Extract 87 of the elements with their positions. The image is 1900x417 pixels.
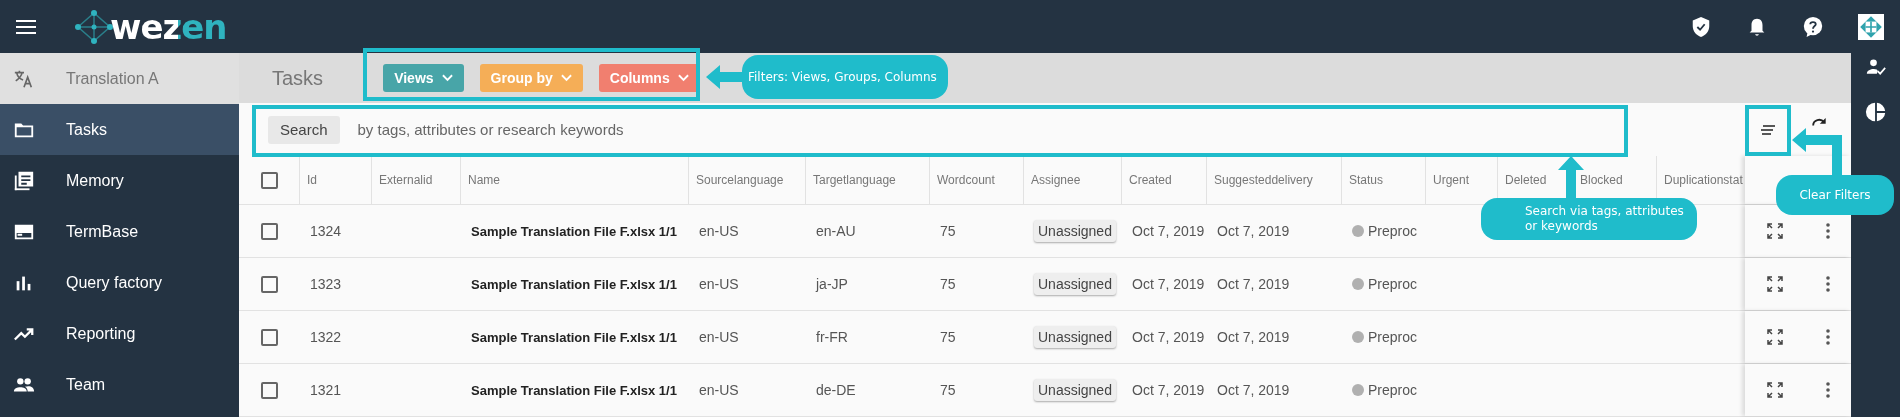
more-vertical-icon[interactable] [1825,276,1830,292]
chevron-down-icon [560,74,572,83]
pie-chart-icon[interactable] [1864,101,1887,123]
table-cell: Oct 7, 2019 [1132,223,1205,239]
expand-icon[interactable] [1766,276,1783,292]
column-header[interactable]: Id [299,156,371,204]
callout-tooltip: Clear Filters [1776,175,1894,215]
sidebar-item[interactable]: TermBase [0,206,239,257]
table-cell: 75 [940,276,956,292]
search-button[interactable]: Search [268,115,340,144]
more-vertical-icon[interactable] [1825,382,1830,398]
table-cell: fr-FR [816,329,848,345]
search-field[interactable]: by tags, attributes or research keywords [355,120,1745,140]
sidebar-item[interactable]: Query factory [0,257,239,308]
row-checkbox[interactable] [260,381,278,399]
status-text: Preproc [1368,276,1418,292]
status-text: Preproc [1368,382,1418,398]
table-cell: Oct 7, 2019 [1217,329,1290,345]
chevron-down-icon [677,74,689,83]
memory-icon [13,169,35,192]
help-icon[interactable] [1802,15,1824,38]
table-cell: 75 [940,382,956,398]
highlight-frame [1745,105,1791,156]
assignee-button[interactable]: Unassigned [1034,326,1116,348]
column-header[interactable]: Wordcount [929,156,1023,204]
sidebar-item[interactable]: Team [0,359,239,410]
assignee-button[interactable]: Unassigned [1034,220,1116,242]
sidebar-item[interactable]: Translation A [0,53,239,104]
shield-check-icon[interactable] [1690,15,1712,38]
sidebar-item[interactable]: Memory [0,155,239,206]
row-checkbox[interactable] [260,275,278,293]
column-header[interactable]: Created [1121,156,1206,204]
table-cell: en-US [699,223,739,239]
table-cell: 75 [940,223,956,239]
column-header[interactable]: Name [460,156,688,204]
select-all-checkbox[interactable] [260,171,278,189]
sidebar-item[interactable]: Tasks [0,104,239,155]
table-cell: Sample Translation File F.xlsx 1/1 [471,276,677,292]
column-header[interactable]: Assignee [1023,156,1121,204]
callout-tooltip: Search via tags, attributes or keywords [1481,198,1697,240]
table-cell: Oct 7, 2019 [1217,223,1290,239]
table-cell: Oct 7, 2019 [1132,382,1205,398]
table-cell: 1323 [310,276,342,292]
table-cell: en-US [699,329,739,345]
status-text: Preproc [1368,223,1418,239]
table-cell: Sample Translation File F.xlsx 1/1 [471,382,677,398]
lines-icon [1760,123,1776,136]
expand-icon[interactable] [1766,382,1783,398]
table-cell: Oct 7, 2019 [1217,382,1290,398]
callout-tooltip: Filters: Views, Groups, Columns [742,55,948,99]
table-cell: 1321 [310,382,342,398]
expand-icon[interactable] [1766,329,1783,345]
more-vertical-icon[interactable] [1825,223,1830,239]
row-checkbox[interactable] [260,328,278,346]
callout-arrow-tooltip [1792,128,1844,176]
table-cell: Sample Translation File F.xlsx 1/1 [471,329,677,345]
table-cell: ja-JP [816,276,848,292]
menu-icon[interactable] [16,19,36,34]
column-header[interactable]: Externalid [371,156,460,204]
table-cell: Oct 7, 2019 [1132,329,1205,345]
chevron-down-icon [441,74,453,83]
app-logo-icon[interactable] [1858,13,1884,40]
table-cell: en-US [699,276,739,292]
table-cell: de-DE [816,382,856,398]
filter-dropdown-button[interactable]: Views [383,64,464,93]
page-title: Tasks [272,66,324,90]
column-header[interactable]: Targetlanguage [805,156,929,204]
column-header[interactable]: Status [1341,156,1425,204]
table-cell: 1324 [310,223,342,239]
assignee-button[interactable]: Unassigned [1034,379,1116,401]
table-cell: en-AU [816,223,856,239]
table-cell: 1322 [310,329,342,345]
table-cell: en-US [699,382,739,398]
callout-arrow-tooltip [706,64,742,90]
column-header[interactable]: Suggesteddelivery [1206,156,1341,204]
table-cell: Oct 7, 2019 [1217,276,1290,292]
table-cell: 75 [940,329,956,345]
table-cell: Sample Translation File F.xlsx 1/1 [471,223,677,239]
status-text: Preproc [1368,329,1418,345]
expand-icon[interactable] [1766,223,1783,239]
table-cell: Oct 7, 2019 [1132,276,1205,292]
assignee-button[interactable]: Unassigned [1034,273,1116,295]
more-vertical-icon[interactable] [1825,329,1830,345]
row-checkbox[interactable] [260,222,278,240]
sidebar-item[interactable]: Reporting [0,308,239,359]
column-header[interactable]: Sourcelanguage [688,156,805,204]
user-check-icon[interactable] [1865,57,1886,77]
